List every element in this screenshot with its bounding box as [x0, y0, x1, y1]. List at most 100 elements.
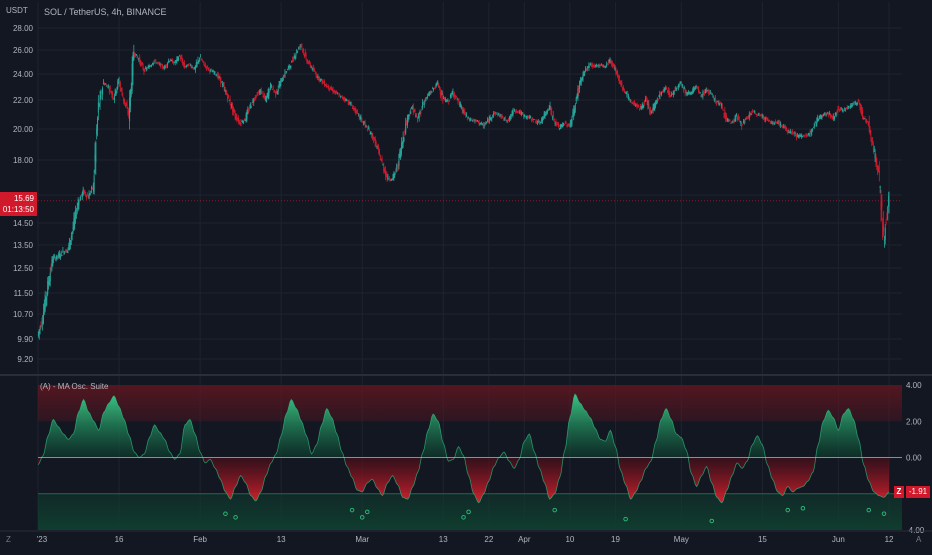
candle-body [285, 72, 287, 73]
candle-body [744, 120, 746, 123]
auto-scale-button[interactable]: A [916, 535, 921, 544]
candle-body [685, 90, 687, 93]
timezone-toggle-button[interactable]: Z [6, 535, 11, 544]
candle-body [314, 70, 316, 72]
candle-body [124, 102, 126, 105]
candle-body [368, 127, 370, 129]
candle-body [542, 117, 544, 120]
candle-body [241, 120, 243, 123]
candle-body [405, 123, 407, 134]
candle-body [475, 119, 477, 121]
candle-body [736, 114, 738, 117]
candle-body [198, 60, 200, 62]
candle-body [715, 102, 717, 104]
candle-body [379, 149, 381, 155]
candle-body [325, 84, 327, 87]
candle-body [224, 89, 226, 92]
candle-body [203, 61, 205, 64]
candle-body [89, 194, 91, 196]
candle-body [95, 142, 97, 163]
candle-body [160, 63, 162, 68]
candle-body [851, 105, 853, 106]
candle-body [638, 104, 640, 108]
candle-body [292, 58, 294, 61]
candle-body [883, 225, 885, 232]
candle-body [84, 190, 86, 193]
price-tick-label: 24.00 [13, 70, 34, 79]
candle-body [868, 121, 870, 128]
candle-body [322, 80, 324, 82]
candle-body [189, 63, 191, 65]
candle-body [178, 57, 180, 61]
candle-body [375, 141, 377, 145]
candle-body [824, 112, 826, 115]
candle-body [858, 100, 860, 103]
candle-body [661, 92, 663, 95]
candle-body [302, 49, 304, 51]
candle-body [547, 111, 549, 112]
symbol-legend[interactable]: SOL / TetherUS, 4h, BINANCE [44, 7, 167, 17]
candle-body [248, 111, 250, 113]
candle-body [467, 116, 469, 118]
candle-body [636, 103, 638, 108]
candle-body [280, 80, 282, 86]
candle-body [348, 100, 350, 105]
candle-body [606, 64, 608, 66]
candle-body [468, 118, 470, 120]
price-and-oscillator-chart[interactable]: 28.0026.0024.0022.0020.0018.0016.0014.50… [0, 0, 932, 550]
candle-body [446, 101, 448, 102]
candle-body [168, 61, 170, 63]
candle-body [366, 126, 368, 128]
candle-body [683, 87, 685, 89]
candle-body [305, 54, 307, 59]
candle-body [178, 55, 180, 57]
candle-body [157, 62, 159, 64]
price-tick-label: 22.00 [13, 96, 34, 105]
candle-body [558, 128, 560, 129]
candle-body [639, 108, 641, 110]
candle-body [738, 116, 740, 120]
candle-body [517, 110, 519, 112]
candle-body [666, 88, 668, 89]
price-tick-label: 14.50 [13, 219, 34, 228]
candle-body [281, 78, 283, 80]
time-tick-label: 13 [277, 535, 286, 544]
candle-body [370, 131, 372, 134]
candle-body [299, 46, 301, 48]
candle-body [53, 257, 55, 260]
price-tick-label: 11.50 [14, 289, 34, 298]
candle-body [109, 87, 111, 90]
price-tick-label: 28.00 [13, 24, 34, 33]
candle-body [415, 115, 417, 117]
candle-body [257, 93, 259, 96]
time-tick-label: 16 [115, 535, 124, 544]
candle-body [255, 96, 257, 97]
candle-body [387, 176, 389, 179]
candle-body [718, 101, 720, 104]
candle-body [113, 96, 115, 101]
candle-body [376, 146, 378, 148]
candle-body [689, 93, 691, 95]
candle-body [678, 84, 680, 87]
indicator-legend[interactable]: (A) - MA Osc. Suite [40, 382, 108, 391]
candle-body [107, 86, 109, 88]
candle-body [558, 124, 560, 128]
candle-body [646, 100, 648, 104]
candle-body [521, 112, 523, 114]
candle-body [373, 139, 375, 141]
candle-body [308, 62, 310, 64]
candle-body [339, 94, 341, 96]
candle-body [670, 96, 672, 98]
candle-body [712, 95, 714, 98]
candle-body [75, 214, 77, 216]
candle-body [872, 140, 874, 142]
candle-body [835, 112, 837, 115]
candle-body [503, 119, 505, 121]
candle-body [791, 130, 793, 133]
candle-body [722, 109, 724, 111]
candle-body [135, 54, 137, 56]
candle-body [551, 110, 553, 115]
candle-body [201, 60, 203, 61]
candle-body [536, 122, 538, 124]
candle-body [769, 119, 771, 121]
